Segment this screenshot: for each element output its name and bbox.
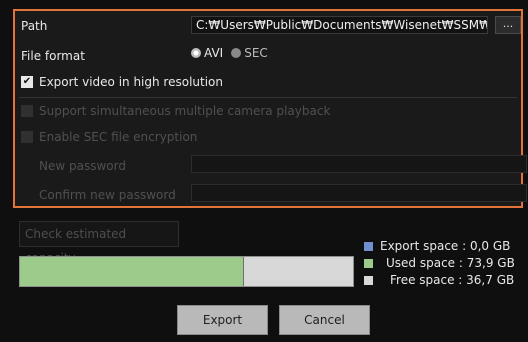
legend-label: Free space [390,273,455,287]
radio-avi[interactable]: AVI [191,46,223,60]
radio-avi-label: AVI [204,46,224,60]
high-resolution-label: Export video in high resolution [39,75,223,89]
high-resolution-checkbox[interactable]: ✔ Export video in high resolution [21,75,223,89]
export-space-swatch [364,241,373,251]
radio-sec-label: SEC [244,46,268,60]
legend-free-space: Free space : 36,7 GB [364,273,514,287]
export-settings-panel: Path C:₩Users₩Public₩Documents₩Wisenet₩S… [13,9,527,208]
checkmark-icon: ✔ [21,76,33,88]
radio-selected-icon [191,48,201,58]
sec-encryption-checkbox: Enable SEC file encryption [21,130,197,144]
legend-export-space: Export space : 0,0 GB [364,239,510,253]
export-button[interactable]: Export [177,305,268,335]
radio-unselected-icon [231,48,242,58]
legend-value: 73,9 GB [466,256,515,270]
unchecked-box-icon [21,131,33,143]
confirm-password-label: Confirm new password [39,188,176,202]
legend-value: 0,0 GB [469,239,511,253]
file-format-options: AVI SEC [191,46,268,60]
used-space-swatch [364,258,373,268]
confirm-password-input [191,184,527,202]
new-password-label: New password [39,159,126,173]
new-password-input [191,155,527,173]
legend-label: Used space [386,256,456,270]
legend-value: 36,7 GB [466,273,515,287]
used-space-fill [20,257,245,286]
unchecked-box-icon [21,105,33,117]
radio-sec[interactable]: SEC [231,46,268,60]
capacity-bar [19,256,354,287]
path-input[interactable]: C:₩Users₩Public₩Documents₩Wisenet₩SSM₩ [191,16,488,34]
multi-playback-label: Support simultaneous multiple camera pla… [39,104,331,118]
cancel-button[interactable]: Cancel [279,305,370,335]
browse-button[interactable]: ... [495,16,521,34]
legend-used-space: Used space : 73,9 GB [364,256,515,270]
free-space-swatch [364,275,373,285]
sec-encryption-label: Enable SEC file encryption [39,130,198,144]
divider [19,97,517,98]
file-format-label: File format [21,49,85,63]
multi-playback-checkbox: Support simultaneous multiple camera pla… [21,104,330,118]
path-label: Path [21,19,48,33]
legend-label: Export space [380,239,459,253]
check-capacity-button: Check estimated capacity [19,221,179,265]
